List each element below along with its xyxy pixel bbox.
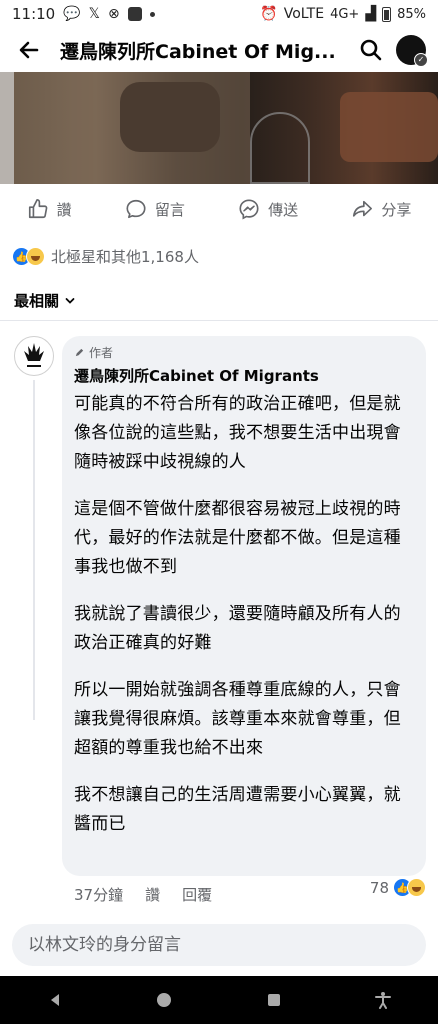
app-notification-icon [127,7,142,21]
comment-composer[interactable] [12,924,426,966]
chevron-down-icon [65,297,75,304]
comment-time: 37分鐘 [74,886,124,904]
messenger-icon [239,199,259,220]
x-notification-icon: 𝕏 [88,6,100,22]
comment-paragraph: 所以一開始就強調各種尊重底線的人，只會讓我覺得很麻煩。該尊重本來就會尊重，但超額… [74,680,401,758]
back-button[interactable] [12,33,46,67]
app-header: 遷鳥陳列所Cabinet Of Mig... [0,28,438,72]
comment-paragraph: 我就說了書讀很少，還要隨時顧及所有人的政治正確真的好難 [74,604,401,653]
commenter-avatar[interactable] [14,336,54,376]
haha-reaction-icon [26,246,45,266]
send-button[interactable]: 傳送 [238,198,298,220]
comment-author[interactable]: 遷鳥陳列所Cabinet Of Migrants [74,365,414,386]
page-logo-icon [24,343,44,367]
share-icon [353,200,373,217]
profile-avatar[interactable] [396,35,428,67]
status-bar: 11:10 💬 𝕏 ⊗ ⏰ VoLTE 4G+ ▟ 85% [0,0,438,28]
comment-like-button[interactable]: 讚 [145,884,160,905]
comment-button[interactable]: 留言 [125,198,185,220]
photo-detail [120,82,220,152]
haha-reaction-icon [407,878,426,897]
comment-meta: 37分鐘 讚 回覆 [74,884,212,905]
comment-paragraph: 我不想讓自己的生活周遭需要小心翼翼，就醬而已 [74,785,401,834]
photo-detail [340,92,438,162]
nav-back-button[interactable] [35,980,75,1020]
status-right: ⏰ VoLTE 4G+ ▟ 85% [260,6,426,22]
comment-icon [126,199,146,219]
share-label: 分享 [381,200,412,219]
post-photo[interactable] [0,72,438,184]
link-notification-icon: ⊗ [107,6,120,22]
network-type: 4G+ [330,6,360,22]
page-title: 遷鳥陳列所Cabinet Of Mig... [60,40,336,63]
status-time: 11:10 [12,5,56,23]
comment-label: 留言 [154,200,185,219]
like-button[interactable]: 讚 [27,198,72,220]
back-arrow-icon [19,41,39,59]
divider [0,320,438,321]
chat-notification-icon: 💬 [63,6,81,22]
post-actions: 讚 留言 傳送 分享 [0,188,438,230]
search-icon [360,39,382,61]
thread-line [33,380,35,720]
reactions-summary[interactable]: 👍 北極星和其他1,168人 [12,244,199,268]
comment-input[interactable] [28,935,410,955]
nav-recents-button[interactable] [254,980,294,1020]
comment-paragraph: 這是個不管做什麼都很容易被冠上歧視的時代，最好的作法就是什麼都不做。但是這種事我… [74,499,401,577]
sort-label: 最相關 [14,292,60,310]
comment-reaction-icons: 👍 [393,878,426,897]
more-notifications-icon [149,11,155,17]
author-badge: 作者 [74,344,414,361]
author-badge-label: 作者 [89,346,114,360]
comment-reaction-count: 78 [369,878,389,897]
accessibility-button[interactable] [363,980,403,1020]
comment-reply-button[interactable]: 回覆 [182,884,212,905]
sort-dropdown[interactable]: 最相關 [14,290,75,311]
accessibility-icon [375,992,392,1009]
nav-back-icon [50,994,59,1006]
nav-home-icon [157,993,172,1007]
battery-icon [382,6,392,22]
reactions-text: 北極星和其他1,168人 [51,247,199,266]
volte-icon: VoLTE [283,6,325,22]
share-button[interactable]: 分享 [351,198,411,220]
alarm-icon: ⏰ [260,6,278,22]
photo-detail [250,112,310,184]
photo-detail [0,72,14,184]
status-left: 11:10 💬 𝕏 ⊗ [12,5,155,23]
pencil-icon [75,348,84,357]
nav-recents-icon [267,994,280,1006]
system-nav-bar [0,976,438,1024]
search-button[interactable] [354,33,388,67]
battery-level: 85% [397,6,426,22]
send-label: 傳送 [268,200,299,219]
nav-home-button[interactable] [144,980,184,1020]
thumbs-up-icon [28,199,47,219]
like-label: 讚 [56,200,72,219]
reaction-icons: 👍 [12,246,45,266]
comment-reactions[interactable]: 78 👍 [370,878,426,897]
signal-icon: ▟ [365,6,377,22]
comment-bubble: 作者 遷鳥陳列所Cabinet Of Migrants 可能真的不符合所有的政治… [62,336,426,876]
comment-paragraph: 可能真的不符合所有的政治正確吧，但是就像各位說的這些點，我不想要生活中出現會隨時… [74,394,401,472]
